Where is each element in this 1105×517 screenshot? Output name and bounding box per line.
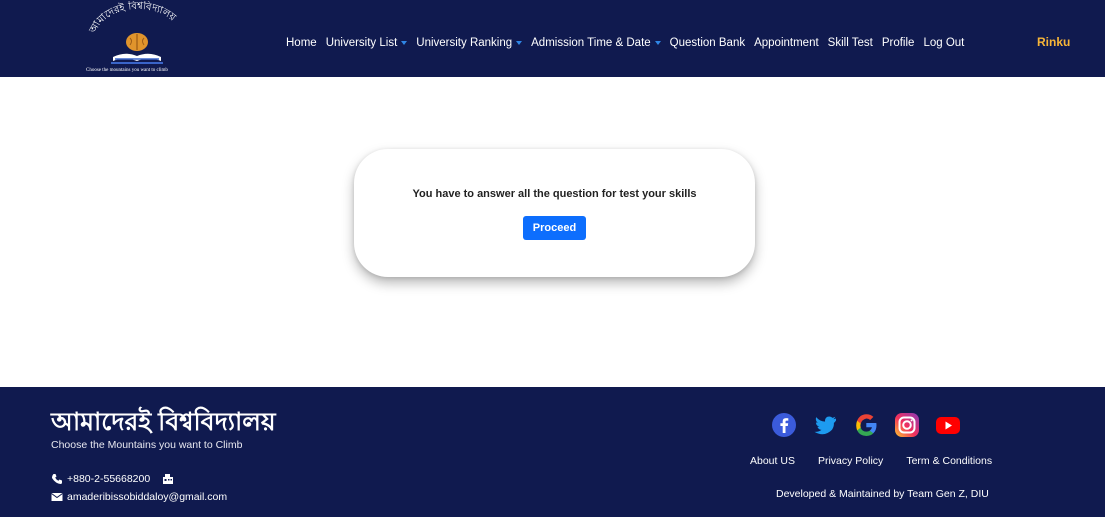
footer-link-privacy[interactable]: Privacy Policy <box>818 455 883 467</box>
caret-down-icon <box>654 41 661 45</box>
main-nav: Home University List University Ranking … <box>286 35 973 51</box>
caret-down-icon <box>516 41 523 45</box>
social-links <box>770 411 975 439</box>
nav-university-list-label: University List <box>325 37 398 49</box>
fax-icon <box>163 474 174 484</box>
nav-university-ranking[interactable]: University Ranking <box>416 37 523 49</box>
instagram-icon[interactable] <box>893 411 921 439</box>
footer-phone: +880-2-55668200 <box>51 473 178 485</box>
nav-skill-test[interactable]: Skill Test <box>828 37 873 49</box>
navbar: আমাদেরই বিশ্ববিদ্যালয় Choose the mounta… <box>0 0 1105 77</box>
nav-question-bank-label: Question Bank <box>669 37 746 49</box>
footer-email-address[interactable]: amaderibissobiddaloy@gmail.com <box>67 491 227 503</box>
nav-profile[interactable]: Profile <box>882 37 915 49</box>
footer-links: About US Privacy Policy Term & Condition… <box>750 455 1015 467</box>
footer-link-terms[interactable]: Term & Conditions <box>906 455 992 467</box>
logo-graphic: আমাদেরই বিশ্ববিদ্যালয় <box>87 1 179 64</box>
envelope-icon <box>51 493 63 501</box>
nav-log-out[interactable]: Log Out <box>923 37 964 49</box>
footer: আমাদেরই বিশ্ববিদ্যালয় Choose the Mounta… <box>0 387 1105 517</box>
nav-admission-time[interactable]: Admission Time & Date <box>531 37 661 49</box>
footer-phone-number: +880-2-55668200 <box>67 473 151 485</box>
nav-admission-time-label: Admission Time & Date <box>531 37 651 49</box>
footer-link-about[interactable]: About US <box>750 455 795 467</box>
caret-down-icon <box>401 41 408 45</box>
nav-question-bank[interactable]: Question Bank <box>670 37 745 49</box>
proceed-button[interactable]: Proceed <box>523 216 586 240</box>
facebook-icon[interactable] <box>770 411 798 439</box>
footer-tagline: Choose the Mountains you want to Climb <box>51 439 243 451</box>
nav-home[interactable]: Home <box>286 37 317 49</box>
nav-appointment[interactable]: Appointment <box>754 37 819 49</box>
nav-home-label: Home <box>286 37 317 49</box>
nav-profile-label: Profile <box>881 37 915 49</box>
skill-test-card: You have to answer all the question for … <box>354 149 755 277</box>
site-logo[interactable]: আমাদেরই বিশ্ববিদ্যালয় Choose the mounta… <box>80 1 195 77</box>
nav-university-ranking-label: University Ranking <box>416 37 513 49</box>
nav-university-list[interactable]: University List <box>326 37 408 49</box>
footer-email: amaderibissobiddaloy@gmail.com <box>51 491 227 503</box>
user-name[interactable]: Rinku <box>1037 35 1070 49</box>
svg-text:আমাদেরই বিশ্ববিদ্যালয়: আমাদেরই বিশ্ববিদ্যালয় <box>87 1 178 36</box>
nav-appointment-label: Appointment <box>754 37 819 49</box>
nav-skill-test-label: Skill Test <box>827 37 873 49</box>
logo-tagline: Choose the mountains you want to climb <box>86 68 168 73</box>
youtube-icon[interactable] <box>934 411 962 439</box>
nav-log-out-label: Log Out <box>923 37 965 49</box>
skill-test-instruction: You have to answer all the question for … <box>412 188 697 200</box>
twitter-icon[interactable] <box>811 411 839 439</box>
google-icon[interactable] <box>852 411 880 439</box>
phone-icon <box>52 474 62 484</box>
footer-credit: Developed & Maintained by Team Gen Z, DI… <box>776 488 989 500</box>
logo-arc-text: আমাদেরই বিশ্ববিদ্যালয় <box>87 1 178 36</box>
